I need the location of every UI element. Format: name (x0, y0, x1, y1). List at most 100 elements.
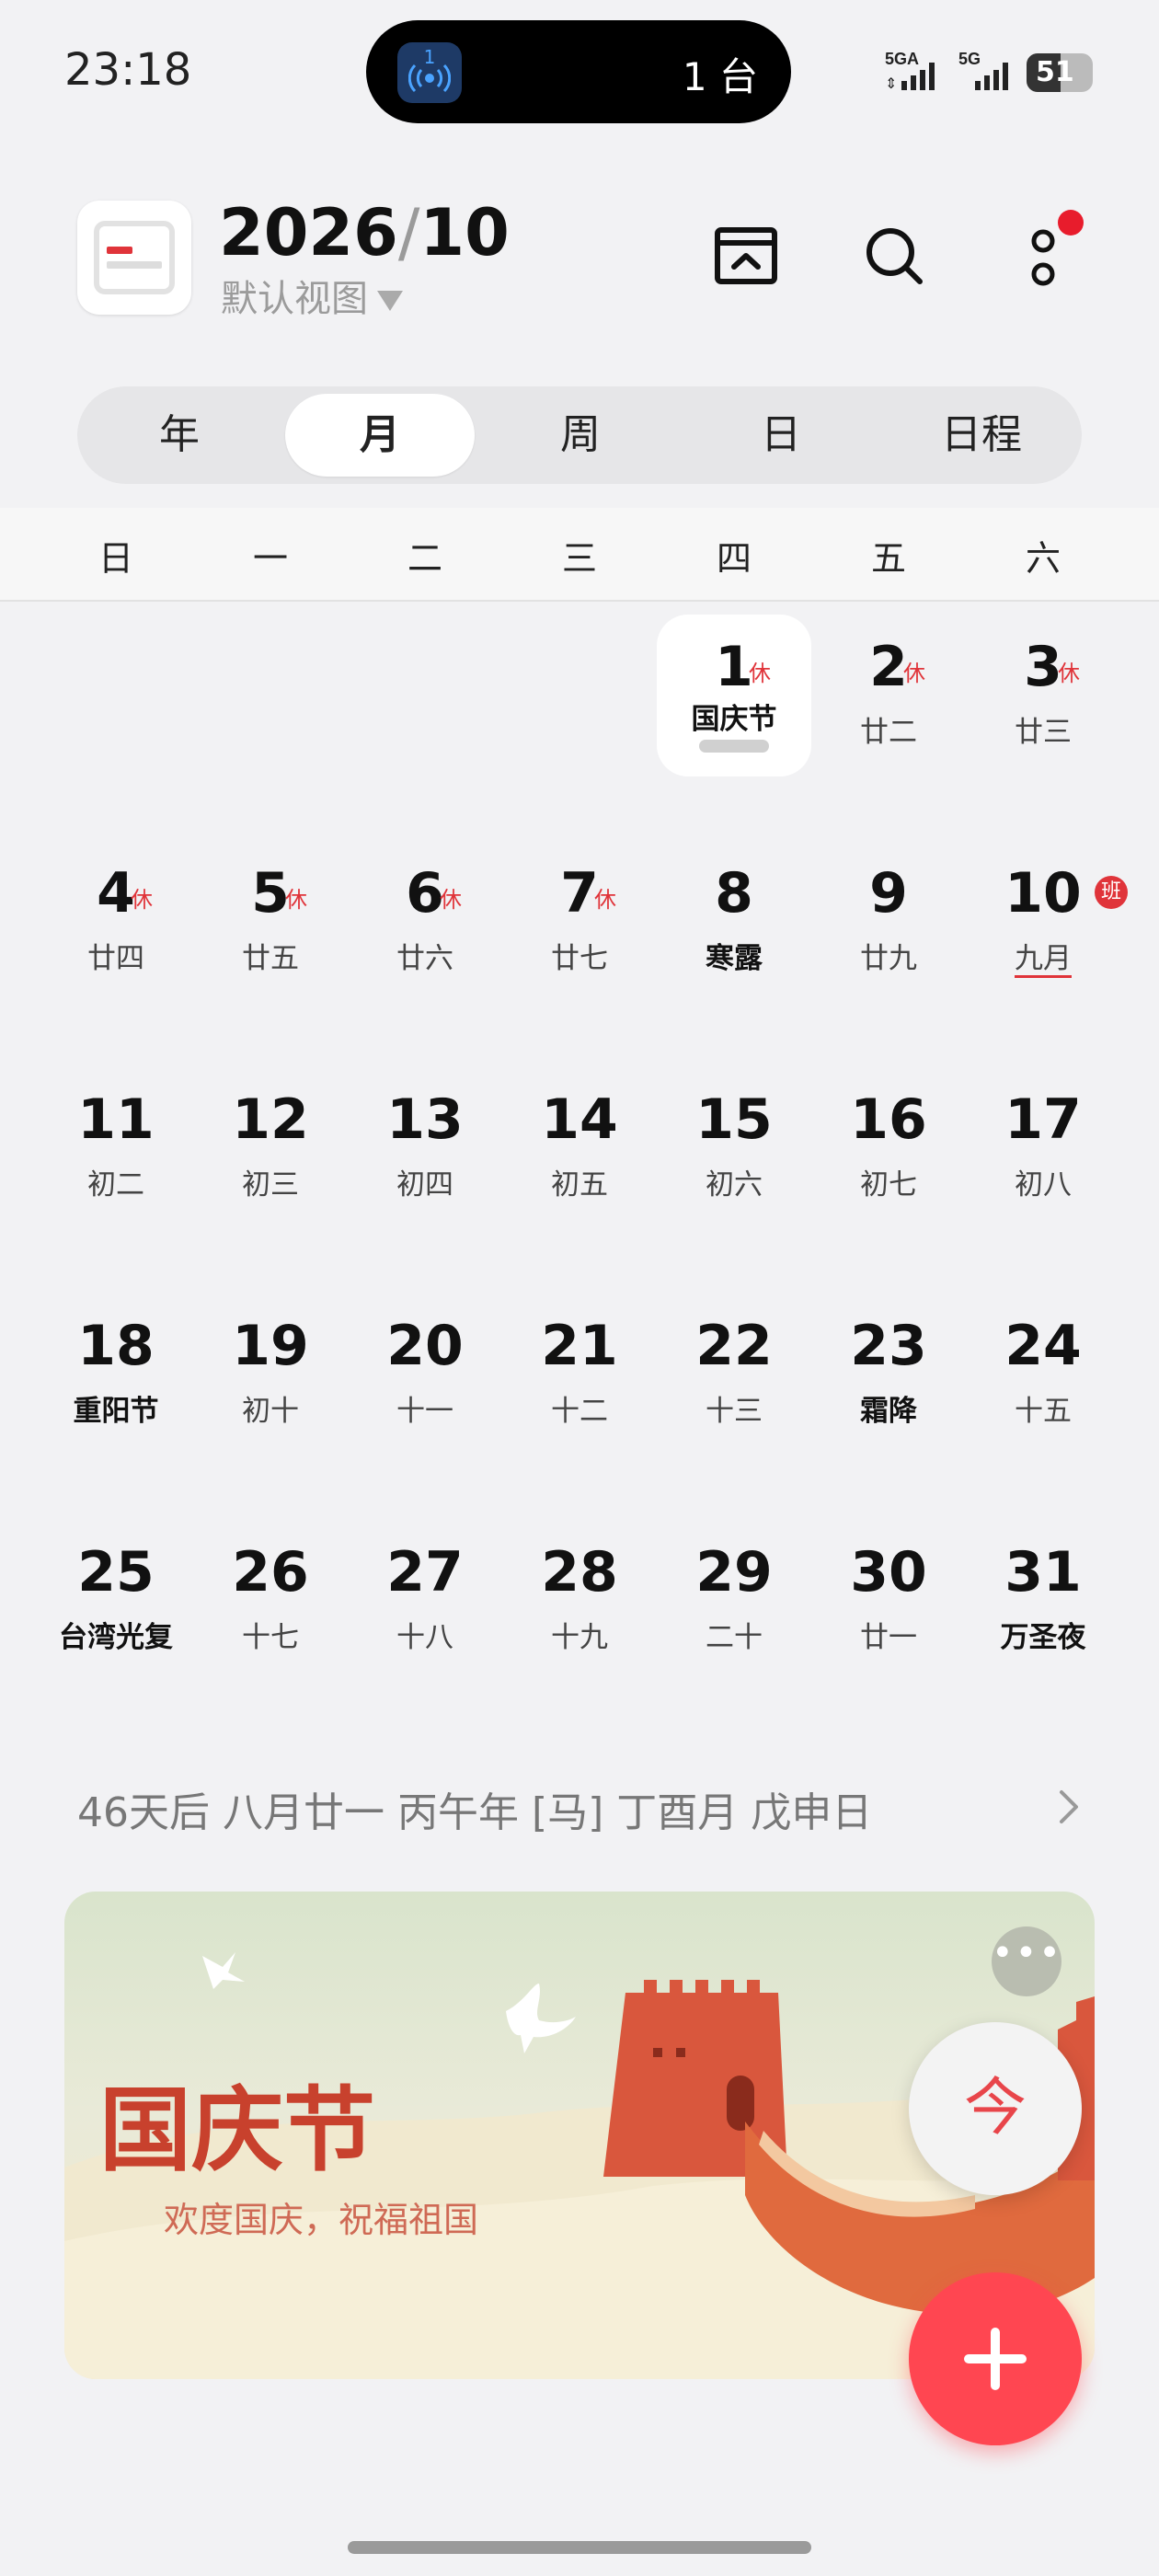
lunar-label: 万圣夜 (966, 1614, 1120, 1655)
lunar-text: 初五 (551, 1168, 608, 1202)
day-number: 17 (1004, 1087, 1082, 1152)
day-cell[interactable]: 8 寒露 (657, 841, 811, 1003)
lunar-label: 初二 (39, 1161, 193, 1202)
view-selector[interactable]: 默认视图 (221, 269, 403, 322)
search-icon[interactable] (863, 224, 925, 291)
tab-agenda[interactable]: 日程 (887, 394, 1076, 477)
lunar-label: 廿五 (193, 935, 348, 976)
day-cell[interactable]: 12 初三 (193, 1067, 348, 1229)
day-cell-today[interactable]: 1 国庆节 休 (657, 615, 811, 776)
day-cell[interactable]: 11 初二 (39, 1067, 193, 1229)
tab-day[interactable]: 日 (686, 394, 876, 477)
lunar-text: 寒露 (706, 942, 763, 975)
day-number: 1 (715, 635, 753, 699)
day-cell[interactable]: 14 初五 (502, 1067, 657, 1229)
lunar-text: 初二 (87, 1168, 144, 1202)
day-number: 5 (251, 861, 290, 926)
battery-level: 51 (1036, 56, 1074, 88)
day-cell[interactable]: 4 廿四 休 (39, 841, 193, 1003)
day-cell[interactable]: 27 十八 (348, 1520, 502, 1682)
lunar-text: 万圣夜 (1000, 1621, 1086, 1654)
holiday-rest-badge: 休 (594, 887, 616, 913)
day-cell[interactable]: 24 十五 (966, 1294, 1120, 1455)
today-button[interactable]: 今 (909, 2022, 1082, 2195)
lunar-label: 初七 (811, 1161, 966, 1202)
home-indicator[interactable] (348, 2541, 811, 2554)
day-cell[interactable]: 9 廿九 (811, 841, 966, 1003)
lunar-label: 初八 (966, 1161, 1120, 1202)
lunar-text: 霜降 (860, 1395, 917, 1428)
tab-month[interactable]: 月 (285, 394, 475, 477)
day-cell[interactable]: 2 廿二 休 (811, 615, 966, 776)
lunar-info[interactable]: 46天后 八月廿一 丙午年 [马] 丁酉月 戊申日 (77, 1779, 872, 1838)
day-cell[interactable]: 6 廿六 休 (348, 841, 502, 1003)
weekday-sun: 日 (98, 538, 133, 579)
lunar-label: 十九 (502, 1614, 657, 1655)
day-cell[interactable]: 20 十一 (348, 1294, 502, 1455)
day-number: 26 (232, 1540, 309, 1604)
banner-title: 国庆节 (99, 2076, 375, 2184)
lunar-label: 十五 (966, 1387, 1120, 1429)
day-cell[interactable]: 23 霜降 (811, 1294, 966, 1455)
day-cell[interactable]: 17 初八 (966, 1067, 1120, 1229)
lunar-label: 廿一 (811, 1614, 966, 1655)
lunar-label: 国庆节 (657, 696, 811, 737)
lunar-text: 台湾光复 (59, 1621, 173, 1654)
day-number: 24 (1004, 1314, 1082, 1378)
lunar-label: 廿九 (811, 935, 966, 976)
day-cell[interactable]: 5 廿五 休 (193, 841, 348, 1003)
more-vertical-icon[interactable] (1025, 228, 1061, 298)
day-cell[interactable]: 15 初六 (657, 1067, 811, 1229)
tab-year[interactable]: 年 (85, 394, 274, 477)
day-cell[interactable]: 10 九月班 (966, 841, 1128, 1003)
day-cell[interactable]: 18 重阳节 (39, 1294, 193, 1455)
day-cell[interactable]: 19 初十 (193, 1294, 348, 1455)
day-cell[interactable]: 25 台湾光复 (39, 1520, 193, 1682)
day-cell[interactable]: 28 十九 (502, 1520, 657, 1682)
calendar-box-icon[interactable] (714, 226, 778, 289)
day-number: 18 (77, 1314, 155, 1378)
day-cell[interactable]: 30 廿一 (811, 1520, 966, 1682)
day-number: 30 (850, 1540, 927, 1604)
day-number: 15 (695, 1087, 773, 1152)
view-label: 默认视图 (221, 278, 368, 320)
lunar-text: 九月 (1015, 942, 1072, 978)
page-title[interactable]: 2026/10 (219, 195, 510, 270)
app-logo[interactable] (77, 201, 191, 315)
day-cell[interactable]: 7 廿七 休 (502, 841, 657, 1003)
lunar-text: 十二 (551, 1395, 608, 1428)
weekday-thu: 四 (716, 538, 752, 579)
lunar-label: 台湾光复 (39, 1614, 193, 1655)
holiday-rest-badge: 休 (749, 661, 771, 686)
day-cell[interactable]: 31 万圣夜 (966, 1520, 1120, 1682)
lunar-label: 霜降 (811, 1387, 966, 1429)
holiday-rest-badge: 休 (903, 661, 925, 686)
day-number: 22 (695, 1314, 773, 1378)
day-cell[interactable]: 26 十七 (193, 1520, 348, 1682)
day-number: 20 (386, 1314, 464, 1378)
lunar-text: 十三 (706, 1395, 763, 1428)
weekday-tue: 二 (407, 538, 442, 579)
status-time: 23:18 (64, 44, 192, 96)
day-number: 2 (869, 635, 908, 699)
day-number: 3 (1024, 635, 1062, 699)
day-cell[interactable]: 29 二十 (657, 1520, 811, 1682)
day-cell[interactable]: 3 廿三 休 (966, 615, 1120, 776)
day-cell[interactable]: 16 初七 (811, 1067, 966, 1229)
signal-icon: 5GA ⇕ 5G (883, 48, 1021, 99)
day-cell[interactable]: 13 初四 (348, 1067, 502, 1229)
tab-week[interactable]: 周 (486, 394, 675, 477)
banner-more-button[interactable]: ••• (992, 1926, 1061, 1996)
lunar-text: 二十 (706, 1621, 763, 1654)
dynamic-island[interactable]: 1 1 台 (366, 20, 791, 123)
lunar-text: 十七 (242, 1621, 299, 1654)
day-cell[interactable]: 22 十三 (657, 1294, 811, 1455)
weekday-sat: 六 (1025, 538, 1061, 579)
broadcast-icon: 1 (397, 42, 462, 103)
chevron-right-icon[interactable] (1058, 1788, 1080, 1829)
lunar-text: 重阳节 (73, 1395, 159, 1428)
lunar-text: 十一 (396, 1395, 453, 1428)
lunar-text: 廿四 (87, 942, 144, 975)
day-cell[interactable]: 21 十二 (502, 1294, 657, 1455)
add-event-button[interactable] (909, 2272, 1082, 2445)
